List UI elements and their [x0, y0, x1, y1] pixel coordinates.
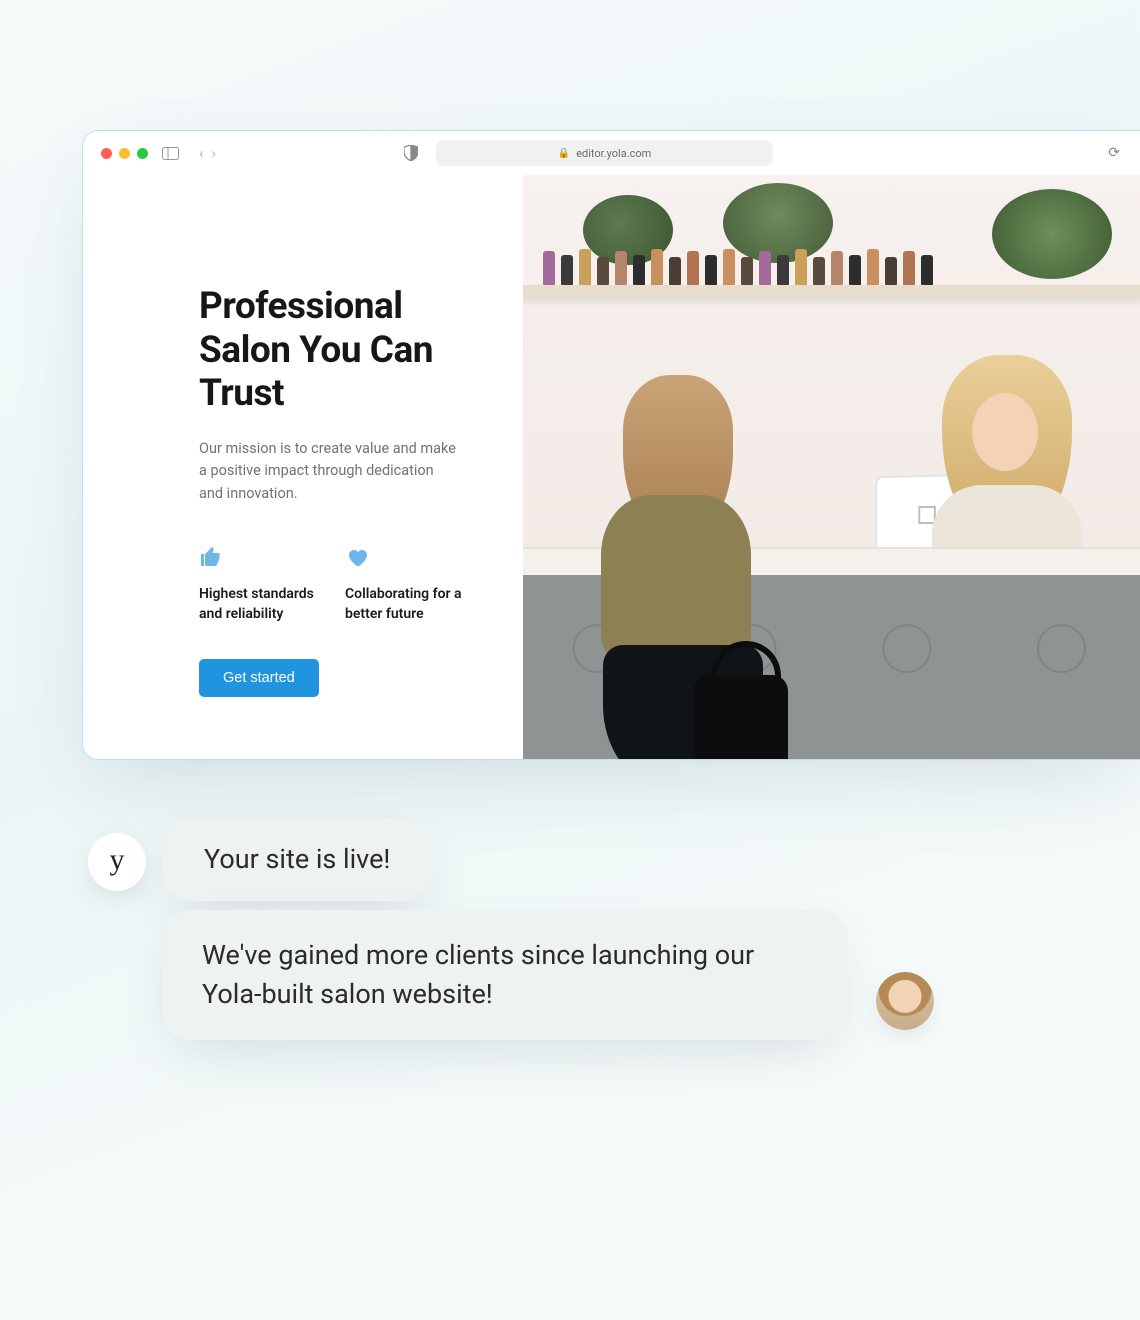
- back-icon[interactable]: ‹: [199, 146, 204, 161]
- heart-icon: [345, 545, 463, 571]
- browser-chrome: ‹ › 🔒 editor.yola.com ⟳: [83, 131, 1140, 175]
- chat-bubble-user: We've gained more clients since launchin…: [162, 910, 848, 1040]
- url-text: editor.yola.com: [576, 147, 651, 160]
- feature-label: Highest standards and reliability: [199, 585, 317, 624]
- chat-text: Your site is live!: [204, 843, 390, 875]
- site-preview: Professional Salon You Can Trust Our mis…: [83, 175, 1140, 759]
- hero-image: [523, 175, 1140, 759]
- maximize-icon[interactable]: [137, 148, 148, 159]
- forward-icon[interactable]: ›: [212, 146, 217, 161]
- user-avatar: [876, 972, 934, 1030]
- page-headline: Professional Salon You Can Trust: [199, 285, 463, 416]
- minimize-icon[interactable]: [119, 148, 130, 159]
- reload-icon[interactable]: ⟳: [1108, 145, 1120, 161]
- feature-label: Collaborating for a better future: [345, 585, 463, 624]
- chat-bubble-system: Your site is live!: [162, 818, 432, 901]
- mission-text: Our mission is to create value and make …: [199, 438, 459, 505]
- chat-text: We've gained more clients since launchin…: [202, 939, 754, 1010]
- privacy-shield-icon[interactable]: [404, 145, 418, 161]
- brand-avatar: y: [88, 833, 146, 891]
- feature-item: Highest standards and reliability: [199, 545, 317, 624]
- address-bar[interactable]: 🔒 editor.yola.com: [436, 140, 773, 166]
- sidebar-toggle-icon[interactable]: [162, 147, 179, 160]
- customer-figure: [563, 375, 763, 755]
- brand-initial: y: [110, 843, 125, 877]
- thumbs-up-icon: [199, 545, 317, 571]
- browser-window: ‹ › 🔒 editor.yola.com ⟳ Professional Sal…: [82, 130, 1140, 760]
- feature-item: Collaborating for a better future: [345, 545, 463, 624]
- close-icon[interactable]: [101, 148, 112, 159]
- get-started-button[interactable]: Get started: [199, 659, 319, 697]
- window-controls: [101, 148, 148, 159]
- lock-icon: 🔒: [558, 148, 570, 159]
- nav-arrows: ‹ ›: [199, 146, 216, 161]
